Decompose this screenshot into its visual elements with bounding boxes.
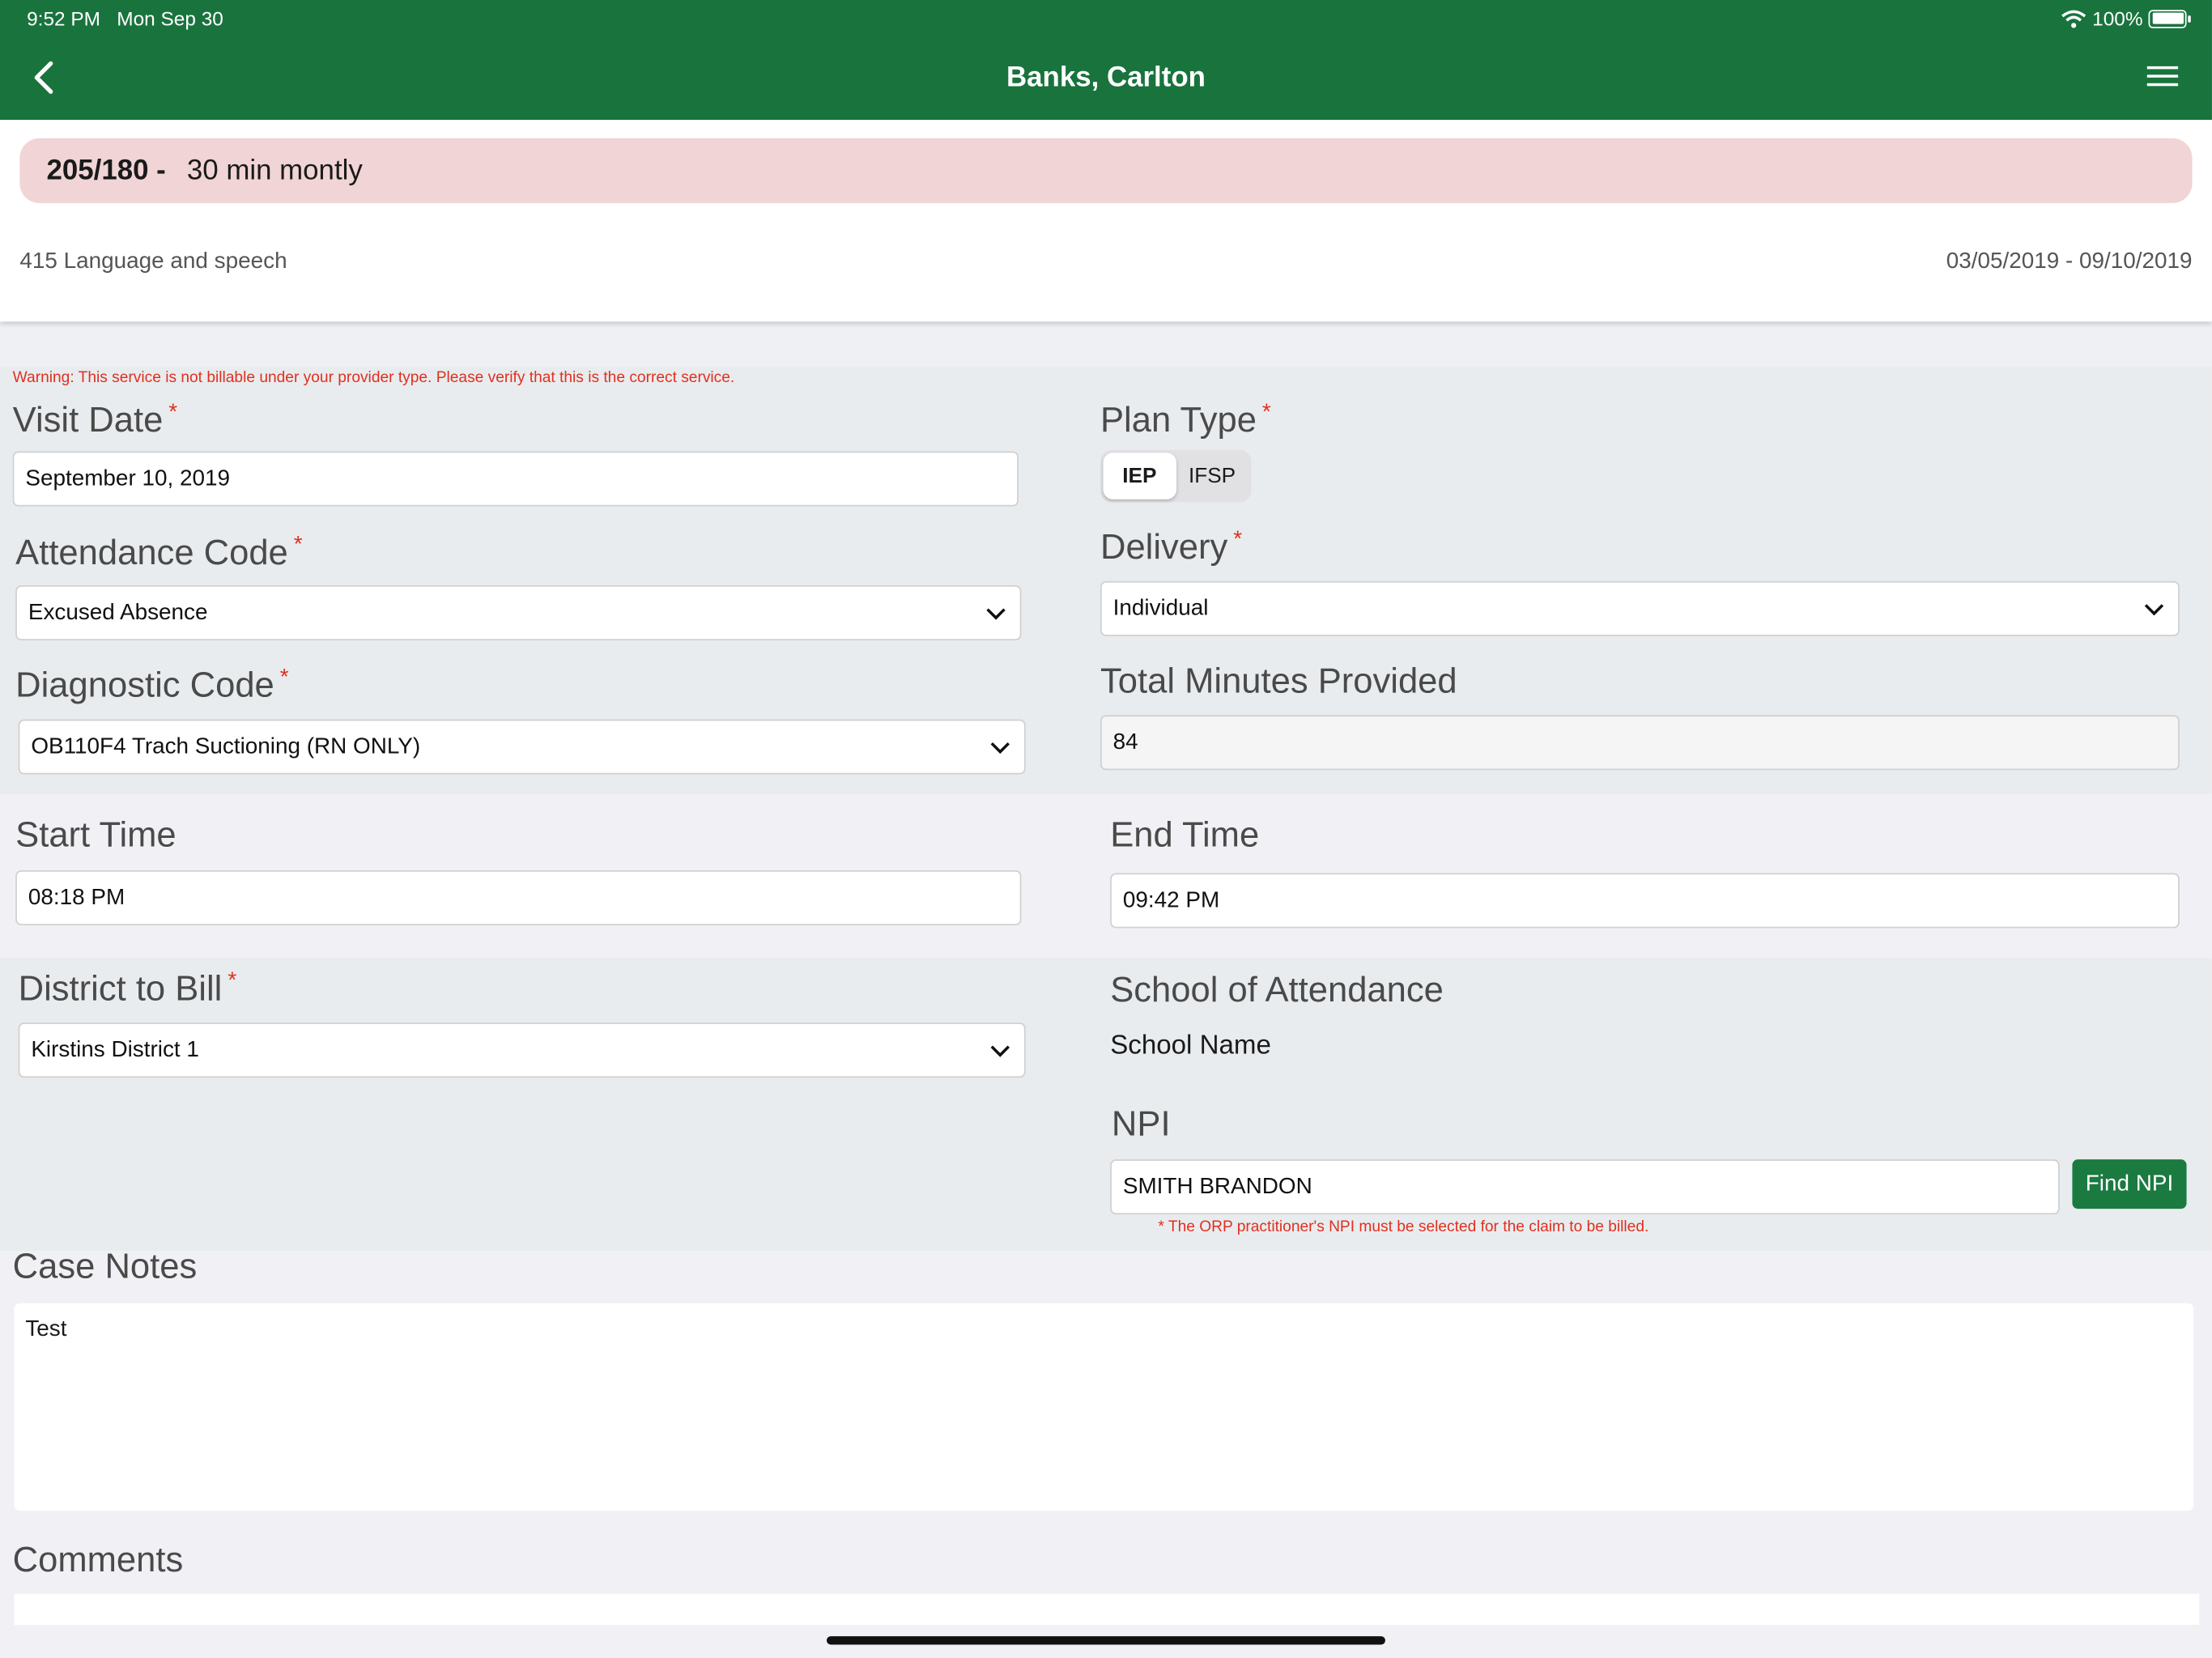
school-of-attendance-label: School of Attendance [1110,970,1444,1010]
district-to-bill-label: District to Bill * [18,968,237,1009]
required-mark: * [293,533,303,558]
comments-textarea[interactable] [14,1593,2200,1626]
status-date: Mon Sep 30 [117,6,223,30]
wifi-icon [2061,9,2087,28]
start-time-label: Start Time [15,815,177,855]
required-mark: * [228,968,237,993]
comments-label: Comments [12,1540,184,1580]
visit-date-label: Visit Date * [12,400,178,440]
district-to-bill-value: Kirstins District 1 [31,1037,199,1062]
npi-label: NPI [1111,1104,1171,1145]
find-npi-button[interactable]: Find NPI [2072,1159,2187,1209]
delivery-label: Delivery * [1100,527,1243,568]
plan-type-segmented-control: IEP IFSP [1100,449,1252,503]
delivery-select[interactable]: Individual [1100,580,2180,636]
hamburger-menu-icon[interactable] [2146,66,2179,91]
chevron-down-icon [990,742,1010,754]
required-mark: * [1233,527,1243,552]
chevron-down-icon [990,1044,1010,1056]
battery-icon [2148,9,2191,28]
service-code: 205/180 - [46,154,166,186]
required-mark: * [168,400,178,425]
chevron-down-icon [2144,603,2164,615]
delivery-value: Individual [1112,596,1209,620]
billing-warning: Warning: This service is not billable un… [12,369,735,387]
school-name-value: School Name [1110,1031,1271,1061]
service-summary-pill: 205/180 - 30 min montly [19,138,2193,203]
plan-type-iep-option[interactable]: IEP [1103,453,1176,500]
service-card: 205/180 - 30 min montly 415 Language and… [0,120,2212,322]
case-notes-label: Case Notes [12,1247,198,1286]
chevron-down-icon [986,607,1006,619]
total-minutes-field: 84 [1100,715,2180,771]
total-minutes-label: Total Minutes Provided [1100,661,1457,701]
battery-percent: 100% [2092,6,2143,30]
attendance-code-value: Excused Absence [28,600,208,624]
page-title: Banks, Carlton [1006,62,1206,93]
diagnostic-code-value: OB110F4 Trach Suctioning (RN ONLY) [31,733,421,759]
screen: 9:52 PM Mon Sep 30 100% Banks, Carlton 2… [0,0,2212,1658]
status-time: 9:52 PM Mon Sep 30 [27,6,223,30]
diagnostic-code-select[interactable]: OB110F4 Trach Suctioning (RN ONLY) [18,719,1026,775]
plan-type-ifsp-option[interactable]: IFSP [1176,453,1249,499]
attendance-code-select[interactable]: Excused Absence [15,585,1022,641]
service-frequency: 30 min montly [186,154,363,186]
service-name: 415 Language and speech [19,249,287,274]
home-indicator[interactable] [826,1636,1385,1645]
end-time-field[interactable]: 09:42 PM [1110,873,2180,929]
end-time-label: End Time [1110,815,1260,855]
visit-date-field[interactable]: September 10, 2019 [12,451,1019,507]
required-mark: * [279,665,289,690]
district-to-bill-select[interactable]: Kirstins District 1 [18,1022,1026,1078]
start-time-field[interactable]: 08:18 PM [15,869,1022,925]
attendance-code-label: Attendance Code * [15,533,303,573]
npi-field[interactable]: SMITH BRANDON [1110,1159,2060,1215]
plan-type-label: Plan Type * [1100,400,1271,440]
status-indicators: 100% [2061,6,2191,30]
service-dates: 03/05/2019 - 09/10/2019 [1946,249,2193,274]
case-notes-textarea[interactable]: Test [14,1303,2194,1511]
required-mark: * [1261,400,1271,425]
nav-bar: 9:52 PM Mon Sep 30 100% Banks, Carlton [0,0,2212,121]
npi-note: * The ORP practitioner's NPI must be sel… [1158,1218,1649,1236]
diagnostic-code-label: Diagnostic Code * [15,665,289,706]
